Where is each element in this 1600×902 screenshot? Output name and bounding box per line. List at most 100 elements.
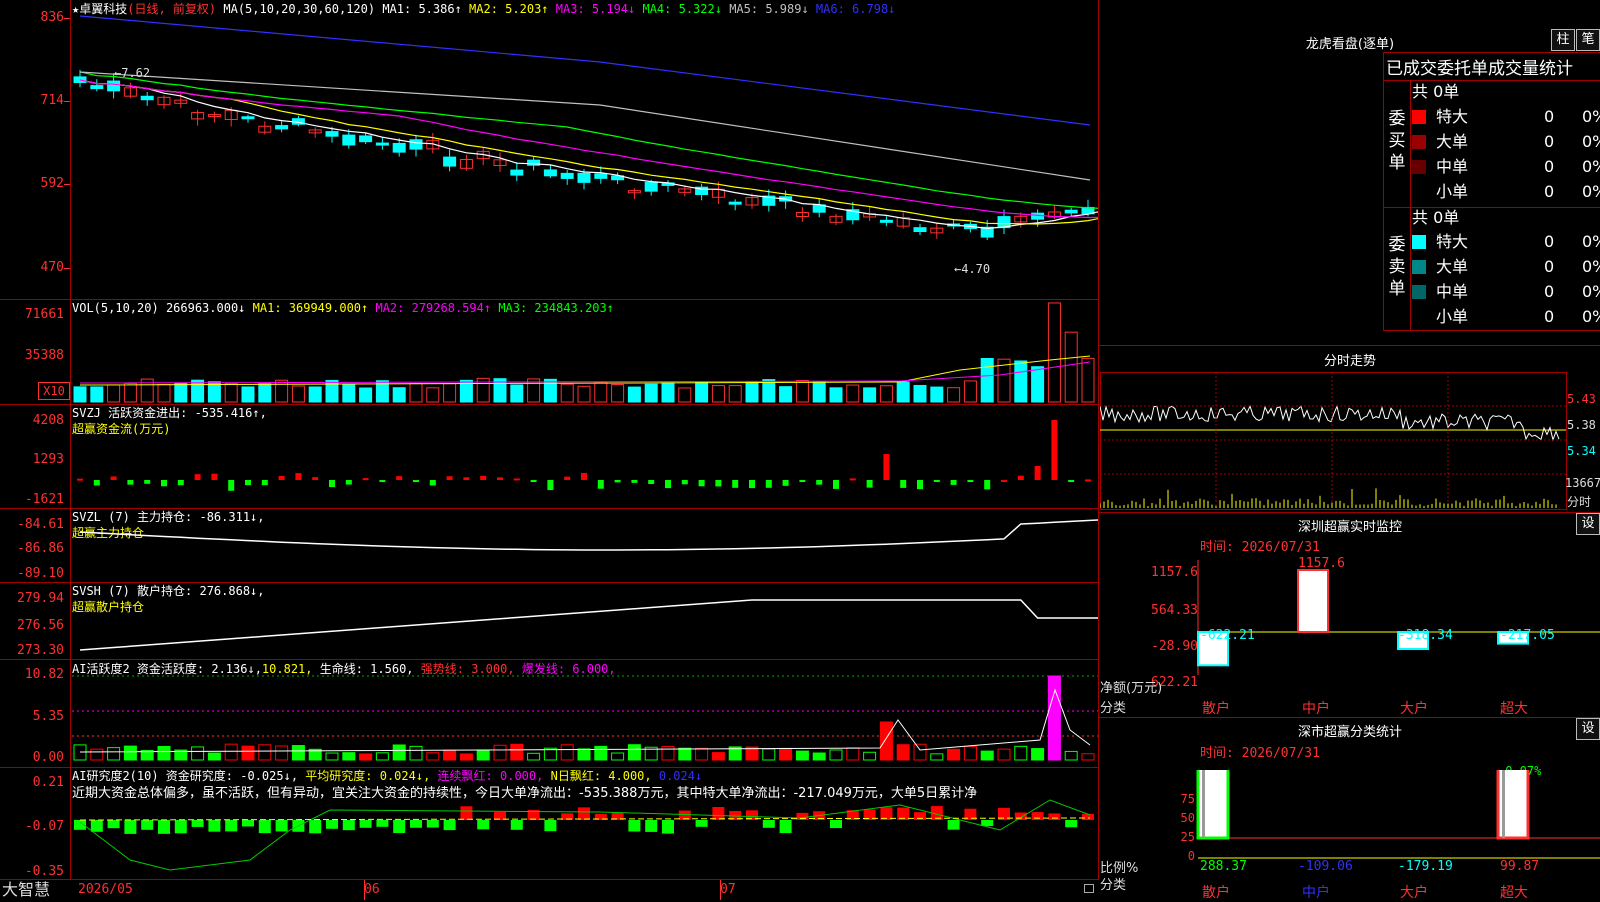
candle-body — [90, 85, 104, 90]
air-bar — [359, 820, 372, 828]
ai2-bar — [560, 744, 574, 761]
air-bar — [275, 820, 288, 832]
vol-bar — [174, 382, 188, 403]
ai2-bar — [594, 745, 608, 761]
ai2-bar — [762, 748, 776, 761]
ai2-bar — [207, 752, 221, 761]
main-chart-canvas[interactable] — [0, 0, 1098, 880]
air-bar — [1031, 812, 1044, 820]
ai2-bar — [107, 747, 121, 761]
air-bar — [393, 820, 406, 833]
vol-bar — [711, 385, 725, 403]
ai2-bar — [476, 749, 490, 761]
vol-bar — [863, 387, 877, 403]
ai2-bar — [812, 752, 826, 761]
vol-bar — [443, 383, 457, 403]
sell-row-s: 小单00% — [1436, 307, 1600, 326]
date-label: 06 — [364, 882, 380, 897]
stats-title: 已成交委托单成交量统计 — [1386, 59, 1573, 79]
ai2-bar — [291, 745, 305, 761]
svzl-line — [79, 519, 1098, 551]
air-bar — [191, 820, 204, 827]
ai2-bar — [527, 752, 541, 761]
ai2-bar — [795, 750, 809, 761]
air-bar — [628, 820, 641, 832]
svzj-bar — [1085, 479, 1091, 482]
candle-body — [594, 173, 608, 179]
candle-body — [140, 95, 154, 101]
candle-body — [73, 76, 87, 83]
ai2-bar — [678, 747, 692, 761]
panel-divider — [1098, 0, 1099, 880]
vol-bar — [913, 384, 927, 403]
svzj-bar — [379, 480, 386, 482]
buy-row-l: 大单00% — [1412, 130, 1600, 154]
classify-value: -109.06 — [1298, 859, 1353, 874]
air-bar — [460, 806, 473, 820]
vol-bar — [560, 383, 574, 403]
svzj-bar — [177, 480, 184, 486]
vol-bar — [594, 381, 608, 403]
svzj-bar — [1051, 420, 1058, 480]
air-bar — [830, 820, 842, 829]
svzj-bar — [950, 480, 957, 485]
vol-bar — [392, 387, 406, 403]
monitor-cat: 散户 — [1202, 701, 1230, 717]
svzj-bar — [446, 476, 453, 480]
bar-mode-button[interactable]: 柱 — [1551, 29, 1575, 51]
ai2-bar — [157, 745, 171, 761]
svzj-bar — [765, 480, 772, 488]
candle-body — [325, 131, 339, 137]
candle-body — [577, 172, 591, 183]
svzj-bar — [849, 478, 856, 481]
svsh-line — [79, 599, 1098, 651]
monitor-tick: -28.90 — [1151, 639, 1198, 654]
ai2-bar — [392, 744, 406, 761]
minute-vol-value: 13667 — [1565, 476, 1600, 490]
vol-bar — [308, 386, 322, 403]
ai2-bar — [863, 751, 877, 761]
candle-body — [342, 134, 356, 146]
svzj-bar — [597, 480, 604, 489]
ai2-bar — [913, 743, 927, 761]
vol-bar — [291, 385, 305, 403]
minute-chart-svg — [1100, 372, 1566, 508]
lock-icon[interactable] — [1084, 884, 1094, 893]
vol-bar — [90, 386, 104, 403]
brand-label: 大智慧 — [2, 880, 51, 899]
vol-bar — [879, 385, 893, 403]
classify-settings-button[interactable]: 设 — [1576, 718, 1600, 740]
monitor-xlabel: 分类 — [1100, 701, 1127, 716]
svzj-bar — [816, 480, 823, 485]
vol-bar — [224, 382, 238, 403]
monitor-settings-button[interactable]: 设 — [1576, 513, 1600, 535]
air-bar — [695, 820, 708, 827]
svzj-bar — [833, 480, 839, 489]
classify-value: 288.37 — [1200, 859, 1247, 874]
candle-body — [560, 172, 574, 179]
svzj-bar — [362, 478, 369, 481]
vol-bar — [426, 387, 440, 403]
svzj-bar — [497, 477, 503, 480]
svzj-bar — [345, 480, 352, 485]
candle-body — [1064, 209, 1078, 214]
classify-tick: 75 — [1180, 792, 1195, 806]
air-bar — [326, 820, 338, 829]
svzj-bar — [278, 475, 285, 480]
ma3-line — [79, 79, 1098, 219]
air-bar — [1014, 812, 1027, 820]
air-bar — [510, 820, 523, 830]
tick-mode-button[interactable]: 笔 — [1576, 29, 1600, 51]
svzj-bar — [413, 480, 419, 482]
ai2-bar — [1047, 675, 1061, 761]
svzj-bar — [917, 480, 923, 490]
date-label: 07 — [720, 882, 736, 897]
vol-bar — [359, 387, 373, 403]
svzj-bar — [698, 480, 705, 487]
ai2-bar — [695, 747, 709, 761]
svzj-bar — [732, 480, 739, 488]
svzj-bar — [933, 480, 940, 482]
classify-tick: 0 — [1187, 849, 1195, 863]
minute-tick: 5.34 — [1567, 444, 1596, 458]
air-bar — [981, 820, 994, 827]
